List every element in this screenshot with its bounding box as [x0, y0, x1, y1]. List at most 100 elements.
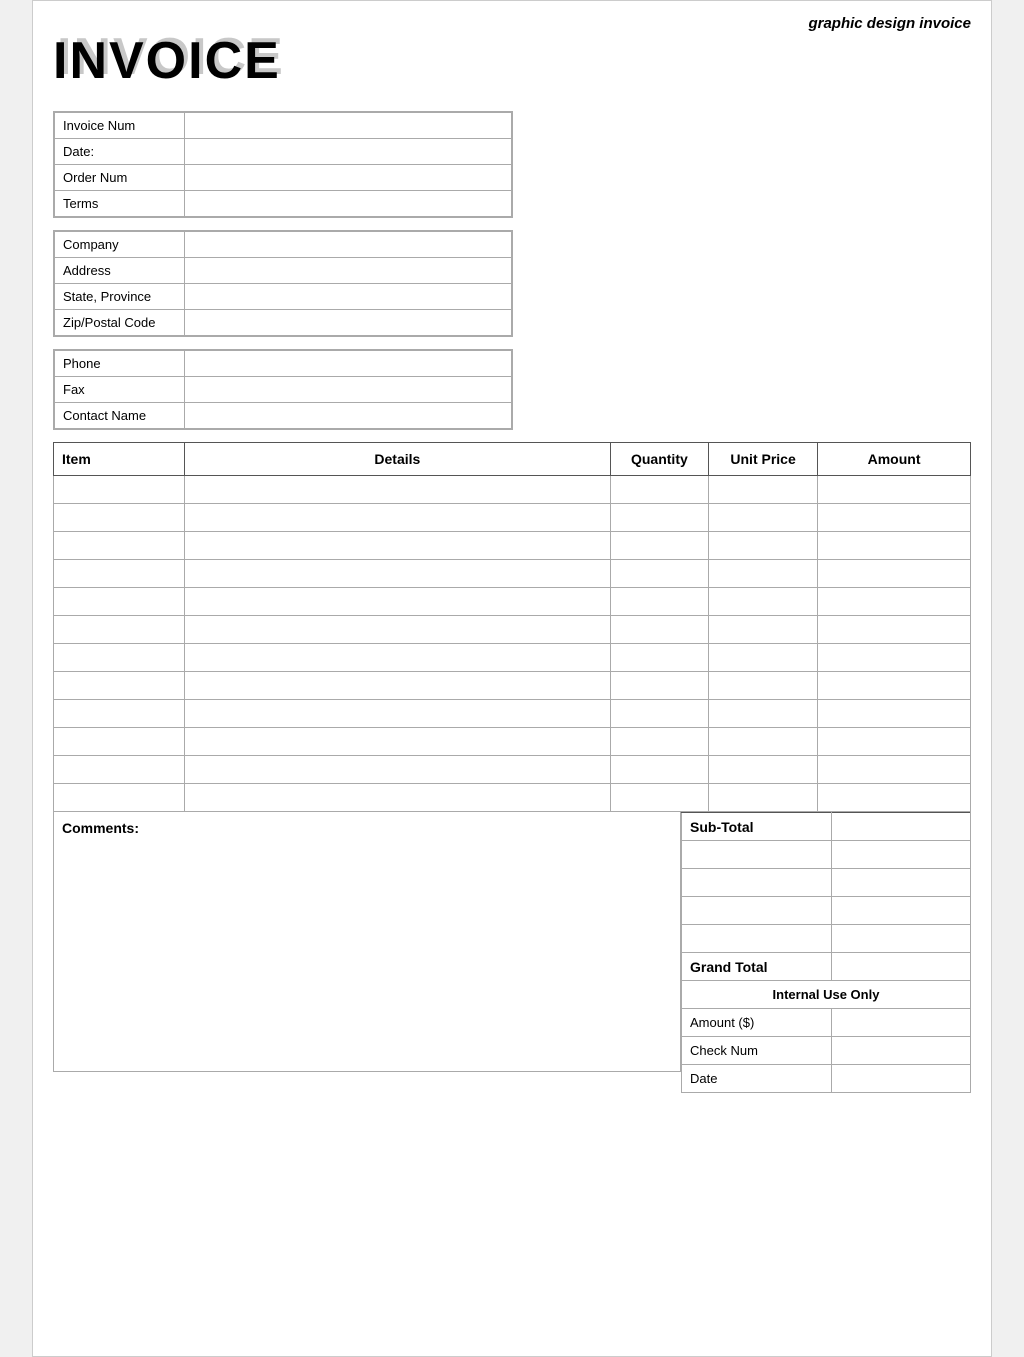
unit-price-cell[interactable]	[709, 784, 818, 812]
extra-value-4[interactable]	[831, 925, 970, 953]
address-label: Address	[55, 258, 185, 284]
check-num-value[interactable]	[831, 1037, 970, 1065]
details-cell[interactable]	[185, 784, 611, 812]
quantity-cell[interactable]	[610, 476, 708, 504]
extra-row-4	[682, 925, 971, 953]
items-header-row: Item Details Quantity Unit Price Amount	[54, 443, 971, 476]
unit-price-cell[interactable]	[709, 728, 818, 756]
company-value[interactable]	[185, 232, 512, 258]
unit-price-cell[interactable]	[709, 700, 818, 728]
extra-value-1[interactable]	[831, 841, 970, 869]
date-value[interactable]	[185, 139, 512, 165]
contact-name-row: Contact Name	[55, 403, 512, 429]
amount-dollar-row: Amount ($)	[682, 1009, 971, 1037]
item-cell[interactable]	[54, 644, 185, 672]
date-label: Date:	[55, 139, 185, 165]
item-cell[interactable]	[54, 728, 185, 756]
quantity-cell[interactable]	[610, 588, 708, 616]
details-cell[interactable]	[185, 672, 611, 700]
item-cell[interactable]	[54, 616, 185, 644]
table-row	[54, 588, 971, 616]
quantity-cell[interactable]	[610, 784, 708, 812]
item-cell[interactable]	[54, 560, 185, 588]
grand-total-value[interactable]	[831, 953, 970, 981]
amount-cell[interactable]	[818, 644, 971, 672]
unit-price-cell[interactable]	[709, 504, 818, 532]
details-cell[interactable]	[185, 756, 611, 784]
extra-label-3	[682, 897, 832, 925]
quantity-cell[interactable]	[610, 504, 708, 532]
details-cell[interactable]	[185, 476, 611, 504]
amount-cell[interactable]	[818, 756, 971, 784]
details-cell[interactable]	[185, 728, 611, 756]
details-cell[interactable]	[185, 700, 611, 728]
amount-cell[interactable]	[818, 672, 971, 700]
details-cell[interactable]	[185, 560, 611, 588]
grand-total-label: Grand Total	[682, 953, 832, 981]
item-cell[interactable]	[54, 756, 185, 784]
details-cell[interactable]	[185, 644, 611, 672]
state-province-value[interactable]	[185, 284, 512, 310]
extra-label-4	[682, 925, 832, 953]
unit-price-cell[interactable]	[709, 644, 818, 672]
amount-cell[interactable]	[818, 728, 971, 756]
quantity-cell[interactable]	[610, 756, 708, 784]
unit-price-cell[interactable]	[709, 588, 818, 616]
amount-cell[interactable]	[818, 616, 971, 644]
item-cell[interactable]	[54, 784, 185, 812]
quantity-cell[interactable]	[610, 700, 708, 728]
date-row: Date:	[55, 139, 512, 165]
unit-price-cell[interactable]	[709, 616, 818, 644]
fax-value[interactable]	[185, 377, 512, 403]
unit-price-cell[interactable]	[709, 560, 818, 588]
extra-value-3[interactable]	[831, 897, 970, 925]
address-value[interactable]	[185, 258, 512, 284]
details-cell[interactable]	[185, 588, 611, 616]
quantity-cell[interactable]	[610, 532, 708, 560]
amount-cell[interactable]	[818, 588, 971, 616]
quantity-cell[interactable]	[610, 616, 708, 644]
unit-price-cell[interactable]	[709, 672, 818, 700]
item-cell[interactable]	[54, 532, 185, 560]
details-cell[interactable]	[185, 504, 611, 532]
page-subtitle: graphic design invoice	[808, 15, 971, 32]
table-row	[54, 644, 971, 672]
extra-value-2[interactable]	[831, 869, 970, 897]
date-internal-row: Date	[682, 1065, 971, 1093]
contact-name-value[interactable]	[185, 403, 512, 429]
amount-cell[interactable]	[818, 476, 971, 504]
invoice-num-value[interactable]	[185, 113, 512, 139]
item-cell[interactable]	[54, 588, 185, 616]
details-cell[interactable]	[185, 616, 611, 644]
subtotal-value[interactable]	[831, 813, 970, 841]
amount-cell[interactable]	[818, 532, 971, 560]
quantity-cell[interactable]	[610, 728, 708, 756]
amount-cell[interactable]	[818, 560, 971, 588]
subtotal-row: Sub-Total	[682, 813, 971, 841]
amount-dollar-value[interactable]	[831, 1009, 970, 1037]
zip-value[interactable]	[185, 310, 512, 336]
amount-cell[interactable]	[818, 700, 971, 728]
items-table: Item Details Quantity Unit Price Amount	[53, 442, 971, 812]
amount-cell[interactable]	[818, 784, 971, 812]
item-cell[interactable]	[54, 672, 185, 700]
details-cell[interactable]	[185, 532, 611, 560]
quantity-cell[interactable]	[610, 560, 708, 588]
unit-price-cell[interactable]	[709, 476, 818, 504]
grand-total-row: Grand Total	[682, 953, 971, 981]
unit-price-cell[interactable]	[709, 756, 818, 784]
quantity-cell[interactable]	[610, 644, 708, 672]
item-cell[interactable]	[54, 504, 185, 532]
unit-price-cell[interactable]	[709, 532, 818, 560]
order-num-value[interactable]	[185, 165, 512, 191]
item-cell[interactable]	[54, 700, 185, 728]
invoice-page: graphic design invoice INVOICE INVOICE I…	[32, 0, 992, 1357]
table-row	[54, 784, 971, 812]
item-cell[interactable]	[54, 476, 185, 504]
amount-cell[interactable]	[818, 504, 971, 532]
terms-value[interactable]	[185, 191, 512, 217]
check-num-row: Check Num	[682, 1037, 971, 1065]
phone-value[interactable]	[185, 351, 512, 377]
date-internal-value[interactable]	[831, 1065, 970, 1093]
quantity-cell[interactable]	[610, 672, 708, 700]
